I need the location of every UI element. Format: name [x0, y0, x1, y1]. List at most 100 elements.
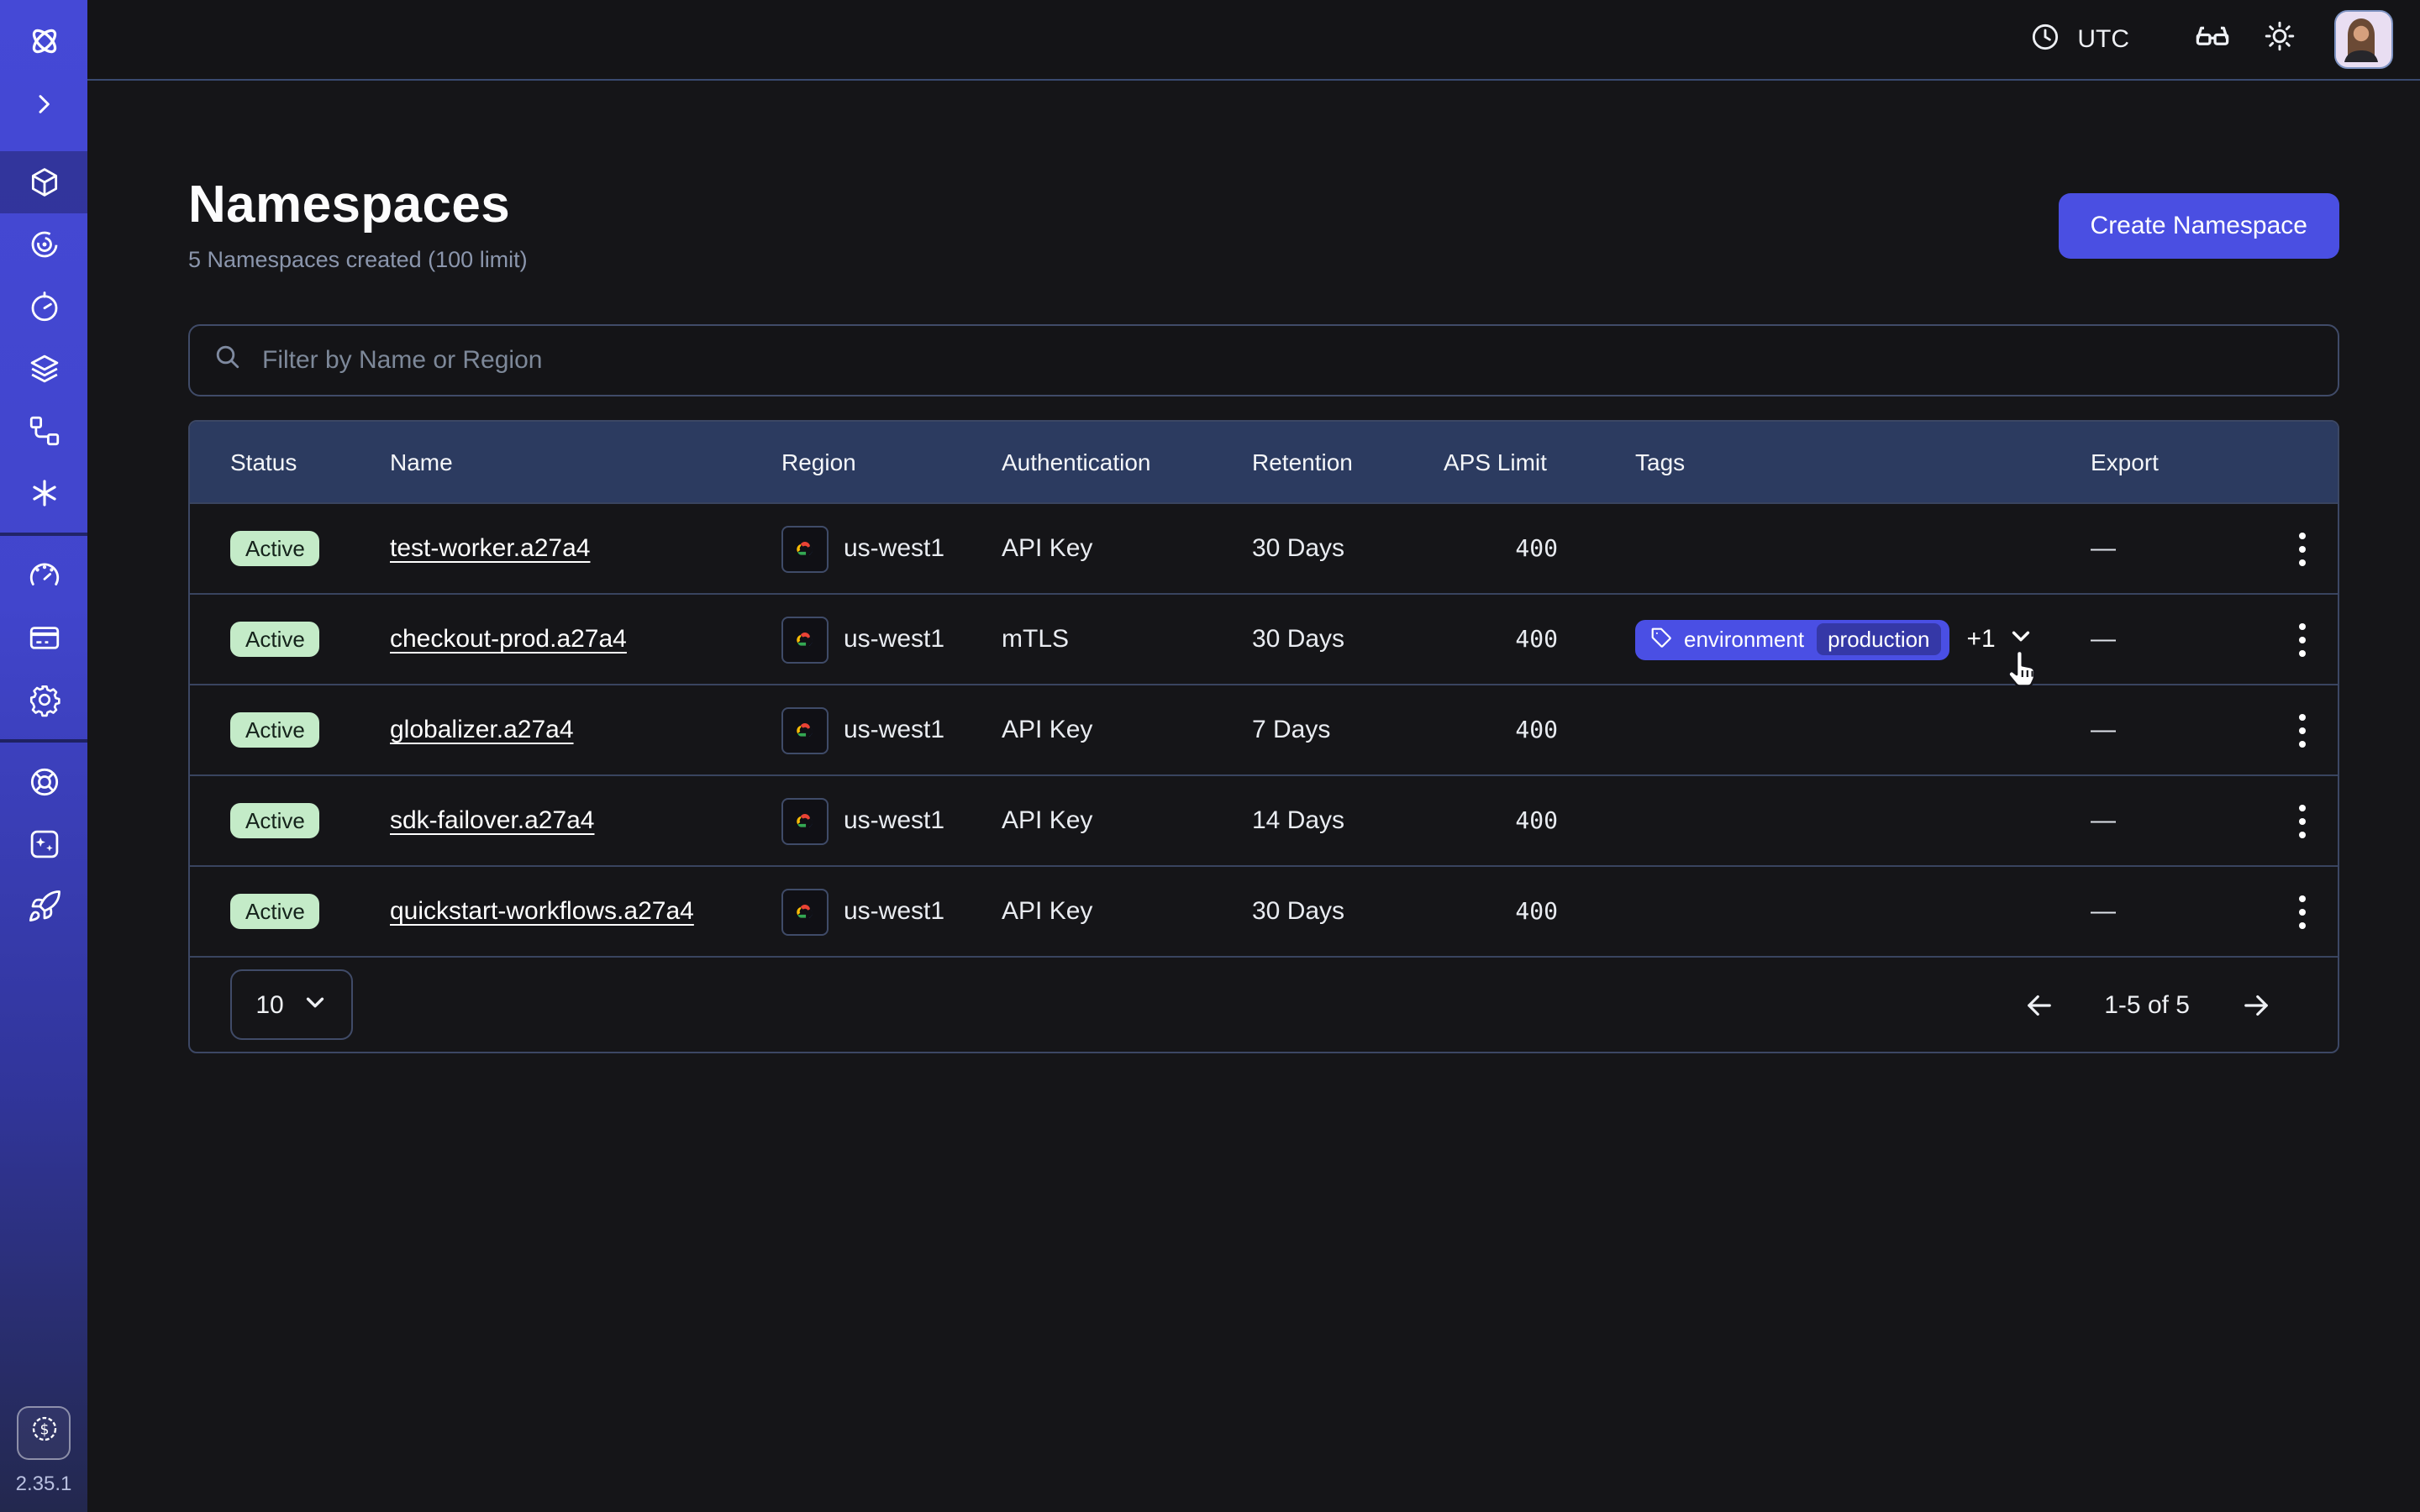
col-name: Name: [390, 449, 781, 475]
sidebar-item-batch[interactable]: [0, 462, 87, 524]
tag-chip[interactable]: environment production: [1635, 619, 1950, 659]
sidebar-item-settings[interactable]: [0, 669, 87, 731]
table-pagination: 10 1-5 of 5: [190, 956, 2338, 1052]
namespace-link[interactable]: sdk-failover.a27a4: [390, 806, 595, 835]
page-size-select[interactable]: 10: [230, 969, 353, 1040]
retention-cell: 30 Days: [1252, 625, 1444, 654]
lifebuoy-icon: [26, 764, 61, 800]
auth-cell: API Key: [1002, 806, 1252, 835]
status-badge: Active: [230, 712, 320, 748]
tag-icon: [1650, 626, 1672, 653]
app-root: $ 2.35.1 UTC: [0, 0, 2420, 1512]
namespace-link[interactable]: checkout-prod.a27a4: [390, 625, 627, 654]
tag-key: environment: [1684, 627, 1804, 652]
main-content: Namespaces 5 Namespaces created (100 lim…: [87, 81, 2420, 1512]
namespace-count-subtitle: 5 Namespaces created (100 limit): [188, 247, 2339, 272]
sidebar-item-support[interactable]: [0, 751, 87, 813]
rocket-icon: [26, 889, 61, 924]
status-badge: Active: [230, 894, 320, 929]
create-namespace-button[interactable]: Create Namespace: [2059, 193, 2339, 259]
namespace-link[interactable]: quickstart-workflows.a27a4: [390, 897, 694, 926]
timezone-selector[interactable]: UTC: [2028, 19, 2129, 60]
clock-icon: [2028, 19, 2062, 60]
sidebar-divider: [0, 739, 87, 743]
auth-cell: API Key: [1002, 534, 1252, 563]
retention-cell: 7 Days: [1252, 716, 1444, 744]
next-page-button[interactable]: [2233, 983, 2277, 1026]
aps-limit-cell: 400: [1444, 717, 1635, 743]
glasses-icon: [2192, 16, 2231, 63]
sidebar-item-schedules[interactable]: [0, 276, 87, 338]
retention-cell: 30 Days: [1252, 897, 1444, 926]
row-menu-button[interactable]: [2281, 532, 2324, 565]
table-header-row: Status Name Region Authentication Retent…: [190, 422, 2338, 502]
tag-more-count: +1: [1967, 625, 1996, 654]
layers-icon: [26, 351, 61, 386]
retention-cell: 14 Days: [1252, 806, 1444, 835]
table-row: Active sdk-failover.a27a4 us-west1 API K…: [190, 774, 2338, 865]
namespaces-table: Status Name Region Authentication Retent…: [188, 420, 2339, 1053]
sidebar-item-nexus[interactable]: [0, 400, 87, 462]
table-row: Active quickstart-workflows.a27a4 us-wes…: [190, 865, 2338, 956]
export-cell: —: [2091, 806, 2264, 835]
sidebar-item-feedback[interactable]: [0, 813, 87, 875]
workflow-branch-icon: [26, 413, 61, 449]
sidebar-item-usage[interactable]: [0, 544, 87, 606]
sidebar-item-workflows[interactable]: [0, 213, 87, 276]
status-badge: Active: [230, 531, 320, 566]
namespace-link[interactable]: globalizer.a27a4: [390, 716, 574, 744]
col-aps-limit: APS Limit: [1444, 449, 1635, 475]
export-cell: —: [2091, 716, 2264, 744]
aps-limit-cell: 400: [1444, 535, 1635, 562]
namespace-link[interactable]: test-worker.a27a4: [390, 534, 590, 563]
row-menu-button[interactable]: [2281, 804, 2324, 837]
sidebar-item-billing[interactable]: [0, 606, 87, 669]
col-authentication: Authentication: [1002, 449, 1252, 475]
retention-cell: 30 Days: [1252, 534, 1444, 563]
temporal-logo-icon[interactable]: [0, 10, 87, 72]
row-menu-button[interactable]: [2281, 713, 2324, 747]
sparkle-box-icon: [26, 827, 61, 862]
aps-limit-cell: 400: [1444, 626, 1635, 653]
spiral-icon: [26, 227, 61, 262]
row-menu-button[interactable]: [2281, 622, 2324, 656]
google-cloud-icon: [781, 525, 829, 572]
theme-toggle-button[interactable]: [2250, 11, 2307, 68]
col-export: Export: [2091, 449, 2264, 475]
app-version: 2.35.1: [16, 1472, 72, 1495]
page-size-value: 10: [255, 990, 283, 1019]
row-menu-button[interactable]: [2281, 895, 2324, 928]
filter-input[interactable]: [259, 344, 2316, 376]
col-retention: Retention: [1252, 449, 1444, 475]
prev-page-button[interactable]: [2017, 983, 2060, 1026]
timer-icon: [26, 289, 61, 324]
labs-glasses-button[interactable]: [2183, 11, 2240, 68]
auth-cell: API Key: [1002, 716, 1252, 744]
sun-icon: [2261, 18, 2296, 61]
google-cloud-icon: [781, 616, 829, 663]
region-label: us-west1: [844, 534, 944, 563]
sidebar-item-getting-started[interactable]: [0, 875, 87, 937]
aps-limit-cell: 400: [1444, 898, 1635, 925]
filter-bar[interactable]: [188, 324, 2339, 396]
region-label: us-west1: [844, 716, 944, 744]
table-row: Active test-worker.a27a4 us-west1 API Ke…: [190, 502, 2338, 593]
user-avatar[interactable]: [2334, 10, 2393, 69]
region-label: us-west1: [844, 806, 944, 835]
sidebar-item-deployments[interactable]: [0, 338, 87, 400]
sidebar-divider: [0, 533, 87, 536]
search-icon: [212, 341, 242, 380]
col-region: Region: [781, 449, 1002, 475]
timezone-label: UTC: [2077, 25, 2129, 54]
tags-expand-button[interactable]: +1: [1967, 623, 2034, 655]
gauge-icon: [26, 558, 61, 593]
asterisk-icon: [26, 475, 61, 511]
dollar-badge-icon: $: [28, 1413, 60, 1453]
cube-icon: [26, 165, 61, 200]
table-row: Active globalizer.a27a4 us-west1 API Key…: [190, 684, 2338, 774]
auth-cell: mTLS: [1002, 625, 1252, 654]
pricing-badge-button[interactable]: $: [17, 1406, 71, 1460]
sidebar-item-namespaces[interactable]: [0, 151, 87, 213]
status-badge: Active: [230, 622, 320, 657]
sidebar-expand-button[interactable]: [0, 72, 87, 134]
